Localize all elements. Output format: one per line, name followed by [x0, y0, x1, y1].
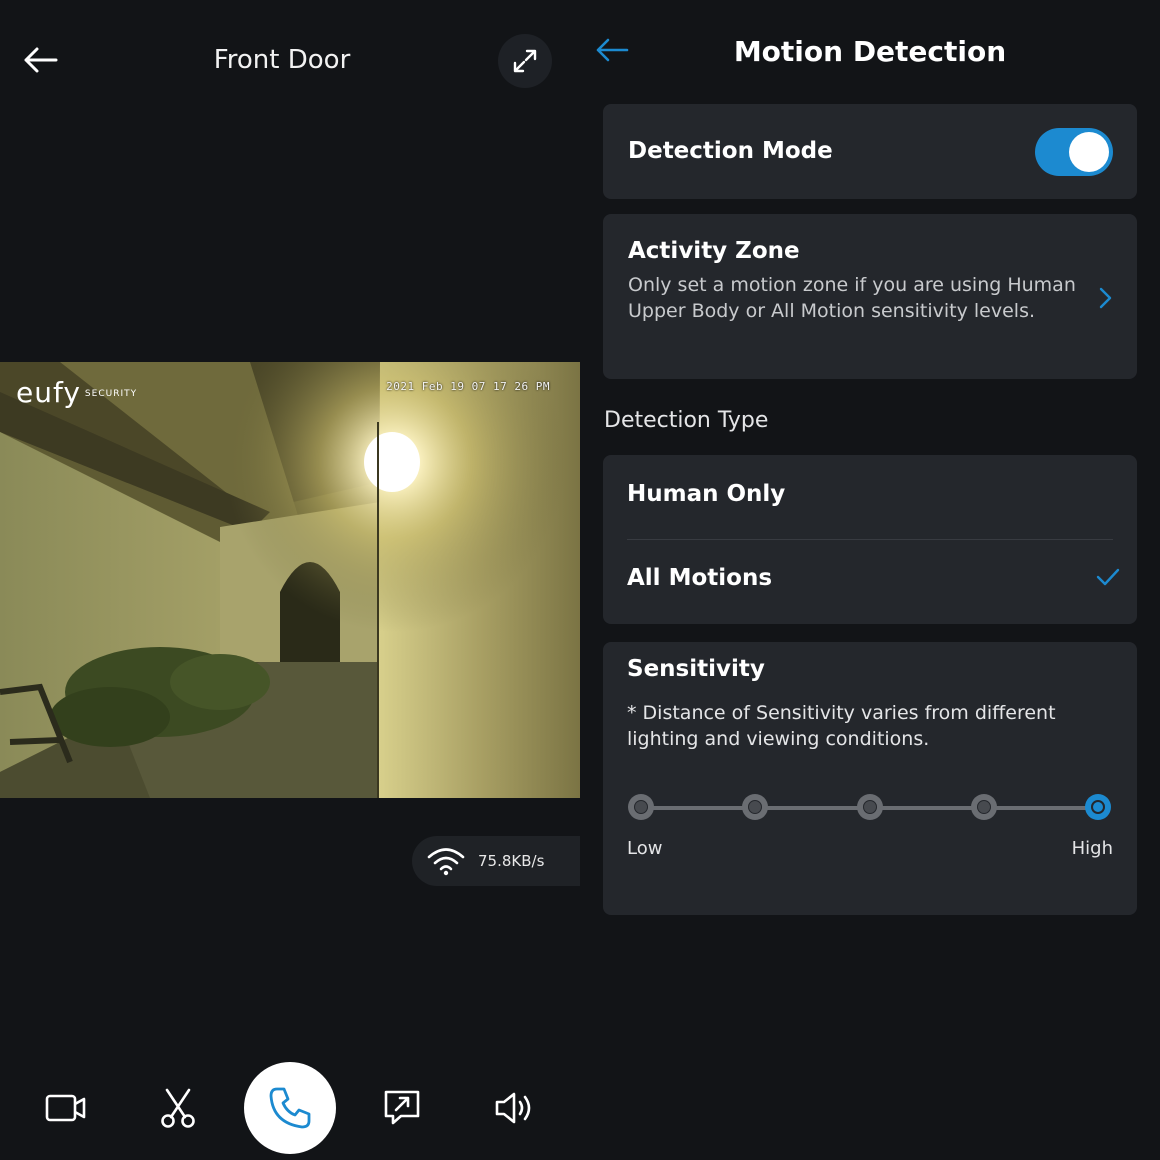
live-view-panel: Front Door eufy SECURITY 2021 Feb 19 07 … [0, 0, 580, 1160]
sensitivity-level-1[interactable] [628, 794, 654, 820]
camera-scene [0, 362, 580, 798]
data-rate-text: 75.8KB/s [478, 852, 545, 870]
video-camera-icon [45, 1094, 86, 1122]
chevron-right-icon [1099, 287, 1112, 309]
detection-type-card: Human Only All Motions [603, 455, 1137, 624]
sensitivity-note: * Distance of Sensitivity varies from di… [627, 702, 1056, 750]
arrow-left-icon [24, 47, 58, 73]
video-timestamp: 2021 Feb 19 07 17 26 PM [386, 380, 550, 393]
option-all-motions[interactable]: All Motions [603, 539, 1137, 623]
page-title: Front Door [213, 45, 351, 75]
arrow-left-icon [596, 38, 629, 62]
activity-zone-row[interactable]: Activity Zone Only set a motion zone if … [603, 214, 1137, 379]
back-button[interactable] [20, 42, 60, 78]
share-button[interactable] [372, 1078, 432, 1138]
fullscreen-button[interactable] [498, 34, 552, 88]
toggle-knob [1069, 132, 1109, 172]
wifi-icon [427, 848, 465, 876]
sensitivity-title: Sensitivity [627, 656, 765, 682]
camera-brand-watermark: eufy SECURITY [16, 376, 138, 409]
activity-zone-description: Only set a motion zone if you are using … [628, 274, 1076, 322]
page-title: Motion Detection [733, 35, 1007, 68]
detection-mode-card: Detection Mode [603, 104, 1137, 199]
detection-mode-toggle[interactable] [1035, 128, 1113, 176]
sensitivity-high-label: High [1071, 838, 1113, 859]
talk-button[interactable] [244, 1062, 336, 1154]
sensitivity-low-label: Low [627, 838, 663, 859]
activity-zone-title: Activity Zone [628, 238, 800, 264]
sensitivity-card: Sensitivity * Distance of Sensitivity va… [603, 642, 1137, 915]
live-view-toolbar [0, 1062, 580, 1154]
sensitivity-level-4[interactable] [971, 794, 997, 820]
expand-icon [513, 49, 537, 73]
clip-button[interactable] [148, 1078, 208, 1138]
scissors-icon [161, 1088, 195, 1128]
sensitivity-level-5[interactable] [1085, 794, 1111, 820]
option-human-only[interactable]: Human Only [603, 455, 1137, 540]
connection-rate-badge: 75.8KB/s [412, 836, 580, 886]
camera-video-feed[interactable]: eufy SECURITY 2021 Feb 19 07 17 26 PM [0, 362, 580, 798]
motion-detection-panel: Motion Detection Detection Mode Activity… [580, 0, 1160, 1160]
detection-mode-label: Detection Mode [628, 138, 833, 164]
speaker-button[interactable] [484, 1078, 544, 1138]
share-icon [384, 1090, 420, 1125]
option-label: Human Only [627, 481, 786, 507]
checkmark-icon [1096, 568, 1120, 586]
back-button[interactable] [590, 30, 634, 70]
sensitivity-level-3[interactable] [857, 794, 883, 820]
sensitivity-level-2[interactable] [742, 794, 768, 820]
detection-type-heading: Detection Type [604, 408, 769, 433]
option-label: All Motions [627, 565, 773, 591]
speaker-icon [495, 1092, 531, 1124]
record-button[interactable] [36, 1078, 96, 1138]
phone-icon [269, 1087, 311, 1129]
